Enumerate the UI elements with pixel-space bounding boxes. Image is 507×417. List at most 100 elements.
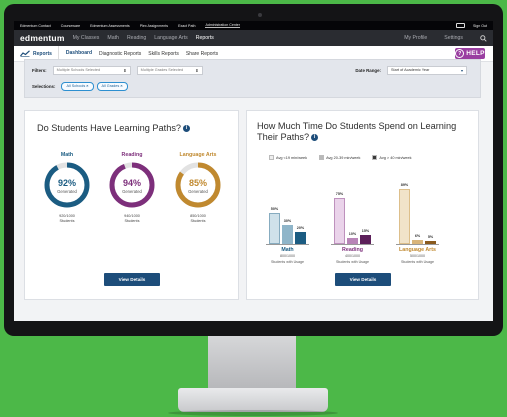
bar-value-label: 89% bbox=[400, 182, 409, 187]
close-icon[interactable]: × bbox=[120, 84, 122, 88]
group-name: Math bbox=[281, 247, 294, 253]
nav-my-profile[interactable]: My Profile bbox=[404, 35, 427, 41]
donut-ring: 85% Generated bbox=[175, 162, 221, 208]
usage-bar bbox=[269, 213, 280, 244]
help-label: HELP bbox=[466, 50, 485, 57]
ring-math: Math 92% Generated 920/1000 Students bbox=[37, 152, 97, 224]
group-caption: Students with Usage bbox=[271, 259, 304, 264]
topbar-link[interactable]: Courseware bbox=[61, 24, 80, 28]
topbar-link[interactable]: Edmentum Assessments bbox=[90, 24, 130, 28]
chip-label: All Schools bbox=[66, 84, 86, 88]
group-caption: Students with Usage bbox=[401, 259, 434, 264]
filters-panel: Filters: Multiple Schools Selected ⬍ Mul… bbox=[24, 59, 481, 98]
usage-bar bbox=[295, 231, 306, 244]
group-name: Language Arts bbox=[399, 247, 436, 253]
nav-settings[interactable]: Settings bbox=[444, 35, 463, 41]
group-count: 400/1000 bbox=[345, 254, 360, 258]
date-range-value: Start of Academic Year bbox=[391, 68, 430, 72]
ring-footer: 920/1000 Students bbox=[37, 214, 97, 224]
bar-value-label: 30% bbox=[283, 219, 292, 224]
usage-bar bbox=[334, 197, 345, 244]
ring-footer: 940/1000 Students bbox=[102, 214, 162, 224]
bar-value-label: 50% bbox=[270, 207, 279, 211]
view-details-button[interactable]: View Details bbox=[335, 273, 391, 286]
nav-reports[interactable]: Reports bbox=[196, 35, 214, 41]
filters-label: Filters: bbox=[32, 67, 47, 73]
date-range-select[interactable]: Start of Academic Year ▾ bbox=[387, 65, 467, 75]
ring-sub: Generated bbox=[122, 189, 142, 194]
nav-reading[interactable]: Reading bbox=[127, 35, 146, 41]
ring-unit: Students bbox=[59, 219, 75, 223]
schools-select[interactable]: Multiple Schools Selected ⬍ bbox=[52, 65, 131, 75]
chip-label: All Grades bbox=[101, 84, 120, 88]
ring-subject: Language Arts bbox=[179, 152, 217, 158]
bar-value-label: 20% bbox=[296, 225, 305, 230]
nav-math[interactable]: Math bbox=[107, 35, 119, 41]
donut-ring: 94% Generated bbox=[109, 162, 155, 208]
bar-value-label: 15% bbox=[361, 228, 370, 233]
selections-label: Selections: bbox=[32, 83, 56, 89]
group-label: Math 800/1000 Students with Usage bbox=[258, 247, 318, 264]
topbar-link-admin[interactable]: Administration Center bbox=[205, 23, 241, 28]
ring-reading: Reading 94% Generated 940/1000 Students bbox=[102, 152, 162, 224]
nav-language-arts[interactable]: Language Arts bbox=[154, 35, 187, 41]
topbar-link[interactable]: Exact Path bbox=[178, 24, 195, 28]
learning-paths-card: Do Students Have Learning Paths? i Math 9… bbox=[24, 110, 239, 300]
group-count: 800/1000 bbox=[280, 254, 295, 258]
help-button[interactable]: ? HELP bbox=[455, 48, 485, 59]
time-spent-card: How Much Time Do Students Spend on Learn… bbox=[246, 110, 479, 300]
main-navbar: edmentum My Classes Math Reading Languag… bbox=[14, 30, 493, 46]
grades-select-value: Multiple Grades Selected bbox=[140, 68, 184, 72]
chevron-down-icon: ▾ bbox=[460, 67, 463, 73]
bar-value-label: 75% bbox=[335, 191, 344, 196]
sort-caret-icon: ⬍ bbox=[123, 67, 127, 73]
card-icon bbox=[456, 23, 466, 28]
ring-sub: Generated bbox=[188, 189, 208, 194]
reports-label: Reports bbox=[33, 50, 52, 57]
close-icon[interactable]: × bbox=[86, 84, 88, 88]
top-system-bar: Edmentum Contact Courseware Edmentum Ass… bbox=[14, 21, 493, 30]
baseline bbox=[396, 244, 439, 245]
ring-percent: 94% bbox=[123, 178, 141, 188]
info-icon[interactable]: i bbox=[183, 125, 191, 133]
chip-all-schools[interactable]: All Schools × bbox=[61, 81, 94, 91]
ring-footer: 850/1000 Students bbox=[168, 214, 228, 224]
ring-unit: Students bbox=[124, 219, 140, 223]
ring-subject: Reading bbox=[121, 152, 143, 158]
camera-dot bbox=[258, 13, 262, 17]
ring-unit: Students bbox=[190, 219, 206, 223]
sort-caret-icon: ⬍ bbox=[195, 67, 199, 73]
usage-bar bbox=[360, 234, 371, 244]
stand-shadow bbox=[168, 410, 338, 416]
ring-sub: Generated bbox=[57, 189, 77, 194]
grades-select[interactable]: Multiple Grades Selected ⬍ bbox=[136, 65, 203, 75]
baseline bbox=[266, 244, 309, 245]
sign-out-link[interactable]: Sign Out bbox=[473, 24, 487, 28]
monitor-stand-foot bbox=[178, 388, 328, 412]
search-icon[interactable] bbox=[480, 34, 487, 42]
question-icon: ? bbox=[455, 49, 465, 58]
nav-my-classes[interactable]: My Classes bbox=[73, 35, 100, 41]
edmentum-logo[interactable]: edmentum bbox=[20, 33, 65, 43]
topbar-link[interactable]: Plex Assignments bbox=[140, 24, 168, 28]
ring-subject: Math bbox=[60, 152, 74, 158]
usage-bar-chart: 50% 30% 20% Math 800/1000 Students with Usage… bbox=[247, 111, 478, 299]
monitor-stand-neck bbox=[208, 336, 296, 388]
view-details-button[interactable]: View Details bbox=[104, 273, 160, 286]
schools-select-value: Multiple Schools Selected bbox=[56, 68, 101, 72]
topbar-link[interactable]: Edmentum Contact bbox=[20, 24, 51, 28]
group-label: Language Arts 500/1000 Students with Usage bbox=[388, 247, 448, 264]
ring-percent: 85% bbox=[189, 178, 207, 188]
group-name: Reading bbox=[342, 247, 363, 253]
group-count: 500/1000 bbox=[410, 254, 425, 258]
learning-paths-title: Do Students Have Learning Paths? i bbox=[37, 123, 191, 134]
donut-ring: 92% Generated bbox=[44, 162, 90, 208]
baseline bbox=[331, 244, 374, 245]
group-label: Reading 400/1000 Students with Usage bbox=[323, 247, 383, 264]
bar-value-label: 5% bbox=[427, 234, 434, 239]
chip-all-grades[interactable]: All Grades × bbox=[96, 81, 128, 91]
date-range-label: Date Range: bbox=[355, 67, 381, 73]
card-title-text: Do Students Have Learning Paths? bbox=[37, 123, 182, 133]
ring-language-arts: Language Arts 85% Generated 850/1000 Stu… bbox=[168, 152, 228, 224]
group-caption: Students with Usage bbox=[336, 259, 369, 264]
